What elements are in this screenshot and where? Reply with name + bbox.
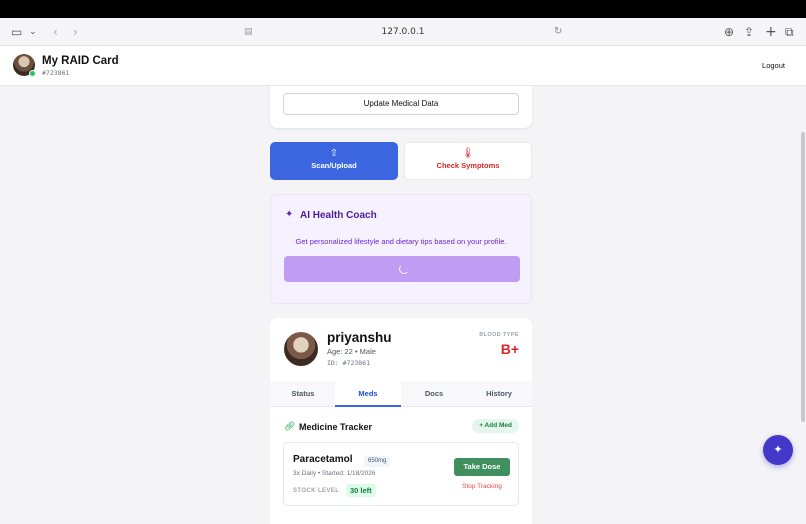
coach-description: Get personalized lifestyle and dietary t…	[295, 237, 507, 246]
ai-health-coach-card: ✦ AI Health Coach Get personalized lifes…	[270, 194, 532, 304]
browser-toolbar: ▭ ⌄ ‹ › ▤ 127.0.0.1 ↻ ⊕ ⇪ + ⧉	[0, 18, 806, 46]
sparkle-icon: ✦	[773, 444, 783, 456]
profile-card: priyanshu Age: 22 • Male ID: #723861 BLO…	[270, 318, 532, 524]
profile-id: ID: #723861	[327, 359, 371, 367]
card-id: #723861	[42, 69, 70, 77]
list-item: Paracetamol 650mg 3x Daily • Started: 1/…	[283, 442, 519, 506]
check-symptoms-button[interactable]: 🌡︎ Check Symptoms	[404, 142, 532, 180]
share-icon[interactable]: ⇪	[744, 18, 754, 46]
add-med-button[interactable]: + Add Med	[472, 419, 519, 433]
online-status-dot	[29, 70, 36, 77]
take-dose-button[interactable]: Take Dose	[454, 458, 510, 476]
thermometer-icon: 🌡︎	[461, 148, 475, 159]
tab-status[interactable]: Status	[270, 381, 336, 406]
profile-tabs: Status Meds Docs History	[270, 381, 532, 407]
download-icon[interactable]: ⊕	[724, 18, 734, 46]
loading-spinner-icon	[399, 264, 409, 274]
blood-type-label: BLOOD TYPE	[479, 332, 519, 338]
logout-button[interactable]: Logout	[762, 61, 785, 70]
medical-data-card: Update Medical Data	[270, 86, 532, 128]
pill-icon: 🔗︎	[284, 421, 296, 431]
stock-level-label: STOCK LEVEL	[293, 488, 340, 494]
med-dose-badge: 650mg	[364, 456, 391, 467]
profile-avatar	[284, 332, 318, 366]
stop-tracking-link[interactable]: Stop Tracking	[454, 483, 510, 490]
new-tab-icon[interactable]: +	[765, 18, 777, 46]
medicine-tracker-title: Medicine Tracker	[299, 422, 373, 432]
med-schedule: 3x Daily • Started: 1/18/2026	[293, 470, 376, 477]
update-medical-data-button[interactable]: Update Medical Data	[283, 93, 519, 115]
check-symptoms-label: Check Symptoms	[436, 161, 500, 170]
system-top-bar	[0, 0, 806, 18]
coach-title: AI Health Coach	[300, 210, 377, 221]
stock-level-badge: 30 left	[346, 484, 376, 497]
address-bar[interactable]: 127.0.0.1	[0, 18, 806, 46]
reload-icon[interactable]: ↻	[554, 18, 562, 46]
scrollbar[interactable]	[801, 132, 805, 422]
upload-icon: ⇧	[329, 148, 339, 159]
tab-meds[interactable]: Meds	[335, 381, 401, 407]
scan-upload-button[interactable]: ⇧ Scan/Upload	[270, 142, 398, 180]
scan-upload-label: Scan/Upload	[311, 161, 357, 170]
tab-docs[interactable]: Docs	[401, 381, 467, 406]
profile-age-gender: Age: 22 • Male	[327, 347, 376, 356]
tab-history[interactable]: History	[466, 381, 532, 406]
med-name: Paracetamol	[293, 454, 353, 465]
app-header: My RAID Card #723861 Logout	[0, 46, 806, 86]
blood-type-value: B+	[500, 341, 519, 357]
profile-name: priyanshu	[327, 330, 392, 345]
ai-assistant-button[interactable]: ✦	[763, 435, 793, 465]
get-tips-button[interactable]	[284, 256, 520, 282]
app-title: My RAID Card	[42, 55, 119, 67]
sparkle-icon: ✦	[285, 209, 294, 220]
tabs-overview-icon[interactable]: ⧉	[785, 18, 794, 46]
